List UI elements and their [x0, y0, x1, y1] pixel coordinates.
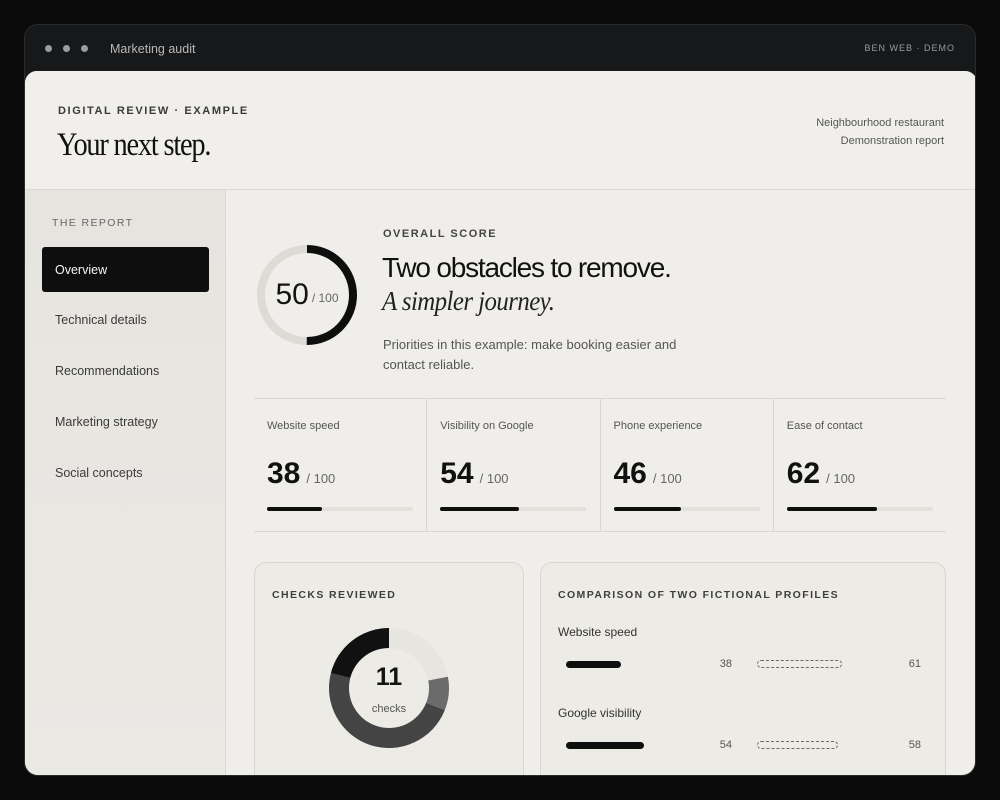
- comparison-card: COMPARISON OF TWO FICTIONAL PROFILES Web…: [540, 562, 946, 775]
- metrics-row: Website speed 38 / 100 Visibility on Goog…: [254, 398, 946, 532]
- metric-score: 46: [613, 457, 647, 490]
- metric-label: Visibility on Google: [440, 420, 534, 432]
- checks-count: 11: [375, 663, 403, 691]
- sidebar-item-social-concepts[interactable]: Social concepts: [42, 450, 209, 495]
- window-controls: [45, 45, 88, 52]
- metric-value: 46 / 100: [614, 457, 682, 491]
- sidebar: THE REPORT Overview Technical details Re…: [25, 190, 226, 775]
- metric-website-speed: Website speed 38 / 100: [254, 399, 426, 531]
- comparison-card-title: COMPARISON OF TWO FICTIONAL PROFILES: [558, 589, 840, 601]
- overview-subheading: A simpler journey.: [382, 286, 555, 316]
- metric-progress-bar: [613, 507, 760, 511]
- profile-b-bar: [757, 741, 839, 749]
- comparison-row-label: Website speed: [558, 625, 638, 639]
- metric-progress-fill: [267, 507, 323, 511]
- overall-score-value: 50: [275, 278, 309, 311]
- metric-score: 62: [786, 457, 821, 490]
- report-type: Demonstration report: [840, 135, 944, 147]
- metric-progress-bar: [786, 507, 933, 511]
- metric-max: / 100: [306, 471, 336, 486]
- title-bar: Marketing audit BEN WEB · DEMO: [25, 25, 975, 72]
- metric-value: 38 / 100: [267, 457, 335, 491]
- window-dot-icon[interactable]: [45, 45, 52, 52]
- metric-progress-fill: [786, 507, 878, 511]
- report-surface: DIGITAL REVIEW · EXAMPLE Your next step.…: [25, 71, 975, 775]
- profile-a-value: 38: [719, 658, 732, 670]
- page-title: Your next step.: [57, 127, 212, 163]
- metric-phone-experience: Phone experience 46 / 100: [599, 399, 773, 531]
- metric-progress-bar: [267, 507, 413, 511]
- profile-a-value: 54: [719, 739, 732, 751]
- sidebar-label: THE REPORT: [52, 217, 134, 229]
- metric-score: 38: [267, 457, 301, 490]
- window-title: Marketing audit: [110, 41, 196, 56]
- window-dot-icon[interactable]: [81, 45, 88, 52]
- metric-value: 62 / 100: [787, 457, 855, 491]
- checks-card: CHECKS REVIEWED 11 checks: [254, 562, 524, 775]
- app-window: Marketing audit BEN WEB · DEMO DIGITAL R…: [24, 24, 976, 776]
- checks-card-title: CHECKS REVIEWED: [272, 589, 397, 601]
- main-content: 50 / 100 OVERALL SCORE Two obstacles to …: [227, 190, 975, 775]
- sidebar-item-overview[interactable]: Overview: [42, 247, 209, 292]
- metric-progress-fill: [440, 507, 520, 511]
- metric-max: / 100: [479, 471, 509, 486]
- metric-ease-of-contact: Ease of contact 62 / 100: [772, 399, 946, 531]
- report-eyebrow: DIGITAL REVIEW · EXAMPLE: [58, 105, 249, 117]
- metric-value: 54 / 100: [440, 457, 508, 491]
- client-name: Neighbourhood restaurant: [816, 117, 944, 129]
- overall-score-label: OVERALL SCORE: [383, 228, 498, 240]
- overall-score: 50 / 100: [253, 241, 361, 349]
- profile-b-bar: [757, 660, 843, 668]
- overview-description: Priorities in this example: make booking…: [383, 337, 677, 372]
- window-dot-icon[interactable]: [63, 45, 70, 52]
- profile-a-bar: [566, 661, 622, 668]
- metric-score: 54: [440, 457, 474, 490]
- metric-label: Website speed: [267, 420, 340, 432]
- sidebar-item-technical-details[interactable]: Technical details: [42, 297, 209, 342]
- brand-label: BEN WEB · DEMO: [864, 43, 955, 53]
- overall-score-max: / 100: [311, 291, 339, 305]
- metric-progress-bar: [440, 507, 587, 511]
- profile-a-bar: [566, 742, 645, 749]
- client-info: Neighbourhood restaurant Demonstration r…: [816, 114, 944, 150]
- metric-google-visibility: Visibility on Google 54 / 100: [426, 399, 599, 531]
- metric-label: Ease of contact: [786, 420, 863, 432]
- metric-progress-fill: [613, 507, 681, 511]
- sidebar-item-marketing-strategy[interactable]: Marketing strategy: [42, 399, 209, 444]
- report-header: DIGITAL REVIEW · EXAMPLE Your next step.…: [25, 71, 975, 190]
- comparison-row-label: Google visibility: [558, 706, 642, 720]
- metric-max: / 100: [652, 471, 682, 486]
- checks-count-label: checks: [371, 703, 407, 715]
- metric-label: Phone experience: [613, 420, 703, 432]
- sidebar-item-recommendations[interactable]: Recommendations: [42, 348, 209, 393]
- metric-max: / 100: [826, 471, 856, 486]
- overview-heading: Two obstacles to remove.: [382, 252, 672, 283]
- profile-b-value: 58: [908, 739, 921, 751]
- profile-b-value: 61: [908, 658, 921, 670]
